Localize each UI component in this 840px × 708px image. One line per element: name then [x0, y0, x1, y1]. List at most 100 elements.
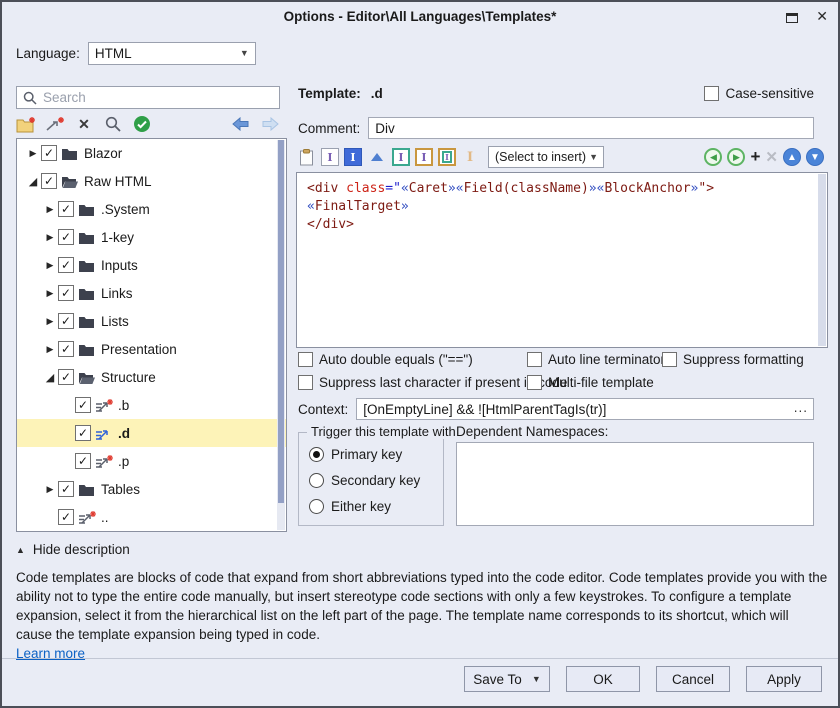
- suppress-formatting-checkbox[interactable]: [662, 352, 677, 367]
- tree-item-checkbox[interactable]: ✓: [41, 173, 57, 189]
- new-folder-button[interactable]: [16, 114, 36, 134]
- template-icon: [95, 397, 114, 413]
- expander-icon[interactable]: ▶: [42, 204, 58, 215]
- tree-item[interactable]: ✓.p: [17, 447, 286, 475]
- template-label: Template:: [298, 86, 361, 101]
- folder-icon: [78, 202, 95, 217]
- move-up-button[interactable]: ▲: [783, 148, 801, 166]
- next-field-button[interactable]: ▶: [727, 148, 745, 166]
- delete-button[interactable]: ✕: [74, 114, 94, 134]
- expander-icon[interactable]: ▶: [42, 288, 58, 299]
- expander-icon[interactable]: ▶: [42, 260, 58, 271]
- search-icon: [23, 91, 37, 105]
- close-icon[interactable]: ✕: [816, 8, 828, 24]
- trigger-groupbox: Trigger this template with Primary key S…: [298, 432, 444, 526]
- forward-arrow-button[interactable]: [260, 114, 280, 134]
- ok-button[interactable]: OK: [566, 666, 640, 692]
- tree-item-checkbox[interactable]: ✓: [75, 397, 91, 413]
- caret-marker-active-button[interactable]: I: [344, 148, 362, 166]
- nested-field-button[interactable]: I: [438, 148, 456, 166]
- expander-icon[interactable]: ▶: [42, 344, 58, 355]
- template-icon: [95, 454, 114, 469]
- block-anchor-button[interactable]: [367, 147, 387, 167]
- editor-scrollbar[interactable]: [818, 174, 826, 346]
- tree-item-checkbox[interactable]: ✓: [58, 201, 74, 217]
- dependent-namespaces-input[interactable]: [456, 442, 814, 526]
- prev-field-button[interactable]: ◀: [704, 148, 722, 166]
- tree-item-checkbox[interactable]: ✓: [58, 313, 74, 329]
- context-browse-button[interactable]: ...: [794, 400, 808, 415]
- tree-item[interactable]: ✓..: [17, 503, 286, 531]
- move-down-button[interactable]: ▼: [806, 148, 824, 166]
- apply-button[interactable]: Apply: [746, 666, 822, 692]
- tree-item[interactable]: ▶✓ 1-key: [17, 223, 286, 251]
- tree-item[interactable]: ▶✓Presentation: [17, 335, 286, 363]
- expander-icon[interactable]: ▶: [42, 316, 58, 327]
- enabled-check-button[interactable]: [132, 114, 152, 134]
- tree-item-checkbox[interactable]: ✓: [58, 229, 74, 245]
- expander-icon[interactable]: ▶: [25, 148, 41, 159]
- tree-item-checkbox[interactable]: ✓: [58, 285, 74, 301]
- expander-icon[interactable]: ▶: [42, 232, 58, 243]
- tree-item-checkbox[interactable]: ✓: [75, 453, 91, 469]
- suppress-last-character-checkbox[interactable]: [298, 375, 313, 390]
- find-button[interactable]: [103, 114, 123, 134]
- tree-item[interactable]: ▶✓.System: [17, 195, 286, 223]
- folder-icon: [78, 286, 95, 301]
- tree-item-checkbox[interactable]: ✓: [58, 481, 74, 497]
- caret-marker-button[interactable]: I: [321, 148, 339, 166]
- tree-item-label: Lists: [101, 314, 129, 329]
- expander-icon[interactable]: ◢: [25, 175, 41, 188]
- folder-icon: [78, 313, 97, 329]
- expander-icon[interactable]: ▶: [42, 484, 58, 495]
- save-to-button[interactable]: Save To ▼: [464, 666, 550, 692]
- folder-icon: [78, 201, 97, 217]
- language-dropdown[interactable]: HTML ▼: [88, 42, 256, 65]
- primary-key-radio[interactable]: Primary key: [309, 447, 402, 462]
- back-arrow-button[interactable]: [231, 114, 251, 134]
- template-tree: ▶✓Blazor◢✓Raw HTML▶✓.System▶✓1-key▶✓Inpu…: [16, 138, 287, 532]
- tree-item[interactable]: ▶✓ Lists: [17, 307, 286, 335]
- folder-icon: [78, 229, 97, 245]
- select-to-insert-dropdown[interactable]: (Select to insert) ▼: [488, 146, 604, 168]
- cancel-button[interactable]: Cancel: [656, 666, 730, 692]
- tree-item[interactable]: ✓.b: [17, 391, 286, 419]
- add-button[interactable]: +: [750, 147, 760, 167]
- new-template-button[interactable]: [45, 114, 65, 134]
- tree-item-checkbox[interactable]: ✓: [41, 145, 57, 161]
- multi-file-template-checkbox[interactable]: [527, 375, 542, 390]
- tree-item-checkbox[interactable]: ✓: [58, 509, 74, 525]
- context-input[interactable]: [OnEmptyLine] && ![HtmlParentTagIs(tr)] …: [356, 398, 814, 420]
- tree-item[interactable]: ✓ .d: [17, 419, 286, 447]
- maximize-icon[interactable]: [786, 13, 798, 23]
- template-icon: [95, 453, 114, 469]
- tree-item-checkbox[interactable]: ✓: [58, 369, 74, 385]
- tree-item[interactable]: ▶✓Blazor: [17, 139, 286, 167]
- field-marker-button[interactable]: I: [392, 148, 410, 166]
- template-icon: [95, 425, 114, 441]
- paste-button[interactable]: [296, 147, 316, 167]
- tree-item-label: 1-key: [101, 230, 134, 245]
- tree-item-checkbox[interactable]: ✓: [75, 425, 91, 441]
- template-icon: [95, 426, 114, 441]
- tree-scrollbar[interactable]: [277, 140, 285, 530]
- auto-double-equals-checkbox[interactable]: [298, 352, 313, 367]
- tree-item-checkbox[interactable]: ✓: [58, 341, 74, 357]
- tree-item[interactable]: ▶✓Tables: [17, 475, 286, 503]
- tree-item-checkbox[interactable]: ✓: [58, 257, 74, 273]
- search-input[interactable]: Search: [16, 86, 280, 109]
- tree-item-label: .d: [118, 426, 130, 441]
- expander-icon[interactable]: ◢: [42, 371, 58, 384]
- text-field-button[interactable]: I: [415, 148, 433, 166]
- case-sensitive-checkbox[interactable]: [704, 86, 719, 101]
- tree-item[interactable]: ◢✓Raw HTML: [17, 167, 286, 195]
- tree-item[interactable]: ▶✓Inputs: [17, 251, 286, 279]
- secondary-key-radio[interactable]: Secondary key: [309, 473, 420, 488]
- tree-item[interactable]: ◢✓Structure: [17, 363, 286, 391]
- either-key-radio[interactable]: Either key: [309, 499, 391, 514]
- tree-item[interactable]: ▶✓Links: [17, 279, 286, 307]
- template-code-editor[interactable]: <div class="«Caret»«Field(className)»«Bl…: [296, 172, 828, 348]
- comment-input[interactable]: Div: [368, 117, 814, 139]
- hide-description-toggle[interactable]: ▲ Hide description: [16, 542, 130, 557]
- auto-line-terminator-checkbox[interactable]: [527, 352, 542, 367]
